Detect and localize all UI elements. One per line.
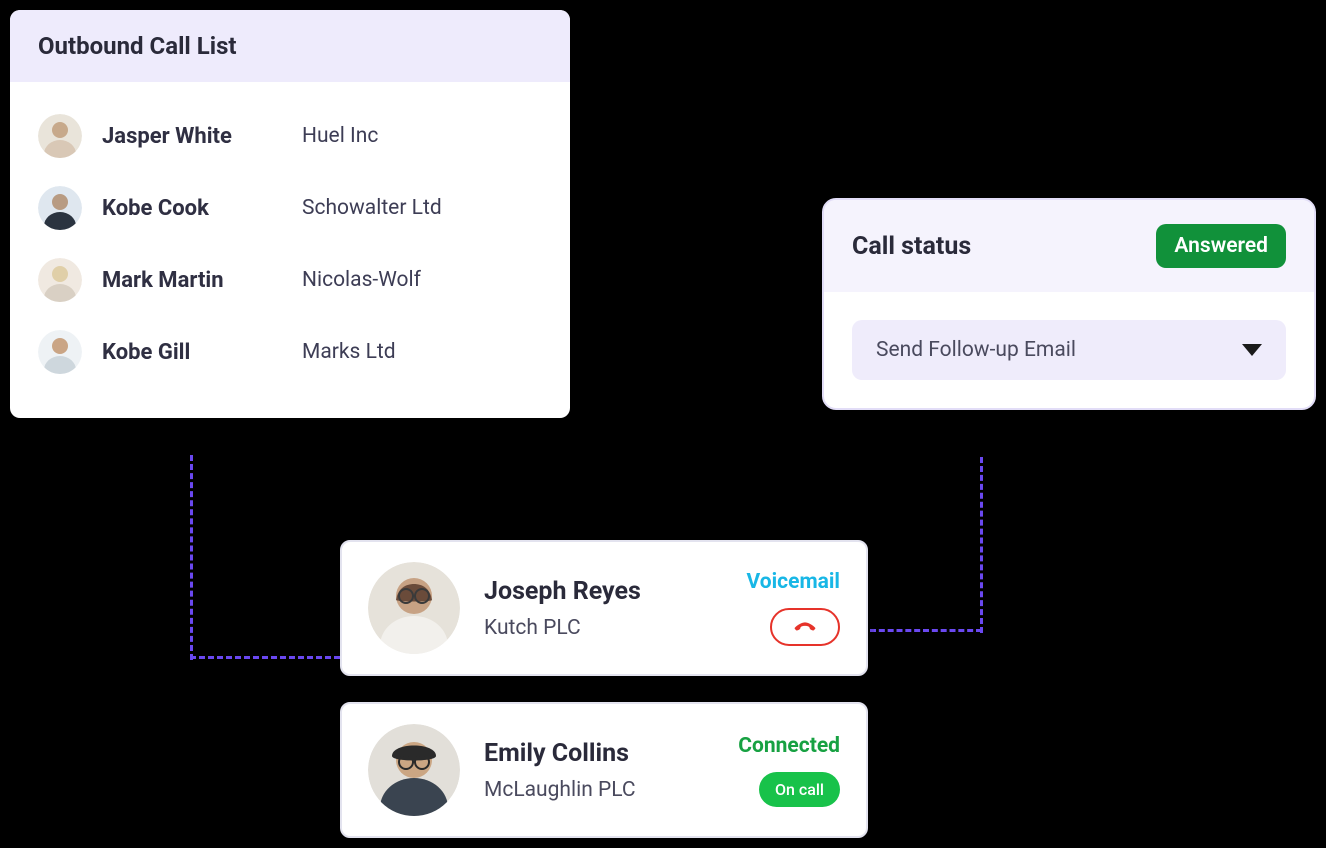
call-card-company: Kutch PLC [484,616,747,640]
avatar [38,186,82,230]
avatar [38,258,82,302]
call-status-header: Call status Answered [824,200,1314,292]
outbound-row[interactable]: Kobe Gill Marks Ltd [38,316,542,388]
outbound-title: Outbound Call List [10,10,570,82]
phone-hangup-icon [791,613,819,641]
call-card[interactable]: Emily Collins McLaughlin PLC Connected O… [340,702,868,838]
connector-line [190,656,340,659]
outbound-call-list-panel: Outbound Call List Jasper White Huel Inc… [10,10,570,418]
chevron-down-icon [1242,344,1262,356]
connector-line [870,629,982,632]
contact-name: Mark Martin [102,268,302,293]
call-card-right: Connected On call [738,734,840,807]
followup-select[interactable]: Send Follow-up Email [852,320,1286,380]
company-name: Marks Ltd [302,340,396,364]
connector-line [980,457,983,633]
avatar [38,330,82,374]
call-status-title: Call status [852,232,971,261]
outbound-row[interactable]: Mark Martin Nicolas-Wolf [38,244,542,316]
contact-name: Kobe Gill [102,340,302,365]
answered-badge: Answered [1156,224,1286,268]
call-card-right: Voicemail [747,570,841,646]
contact-name: Kobe Cook [102,196,302,221]
hangup-button[interactable] [770,608,840,646]
outbound-row[interactable]: Kobe Cook Schowalter Ltd [38,172,542,244]
call-card[interactable]: Joseph Reyes Kutch PLC Voicemail [340,540,868,676]
call-status-body: Send Follow-up Email [824,292,1314,408]
outbound-row[interactable]: Jasper White Huel Inc [38,100,542,172]
contact-name: Jasper White [102,124,302,149]
call-card-info: Emily Collins McLaughlin PLC [484,739,738,802]
company-name: Schowalter Ltd [302,196,442,220]
call-status-label: Voicemail [747,570,841,594]
call-card-company: McLaughlin PLC [484,778,738,802]
call-card-name: Emily Collins [484,739,738,768]
company-name: Nicolas-Wolf [302,268,421,292]
connector-line [190,455,193,660]
followup-label: Send Follow-up Email [876,338,1076,362]
outbound-rows: Jasper White Huel Inc Kobe Cook Schowalt… [10,82,570,418]
call-status-label: Connected [738,734,840,758]
call-card-info: Joseph Reyes Kutch PLC [484,577,747,640]
company-name: Huel Inc [302,124,378,148]
on-call-pill: On call [759,772,840,807]
avatar [368,724,460,816]
call-status-panel: Call status Answered Send Follow-up Emai… [822,198,1316,410]
avatar [38,114,82,158]
avatar [368,562,460,654]
call-card-name: Joseph Reyes [484,577,747,606]
